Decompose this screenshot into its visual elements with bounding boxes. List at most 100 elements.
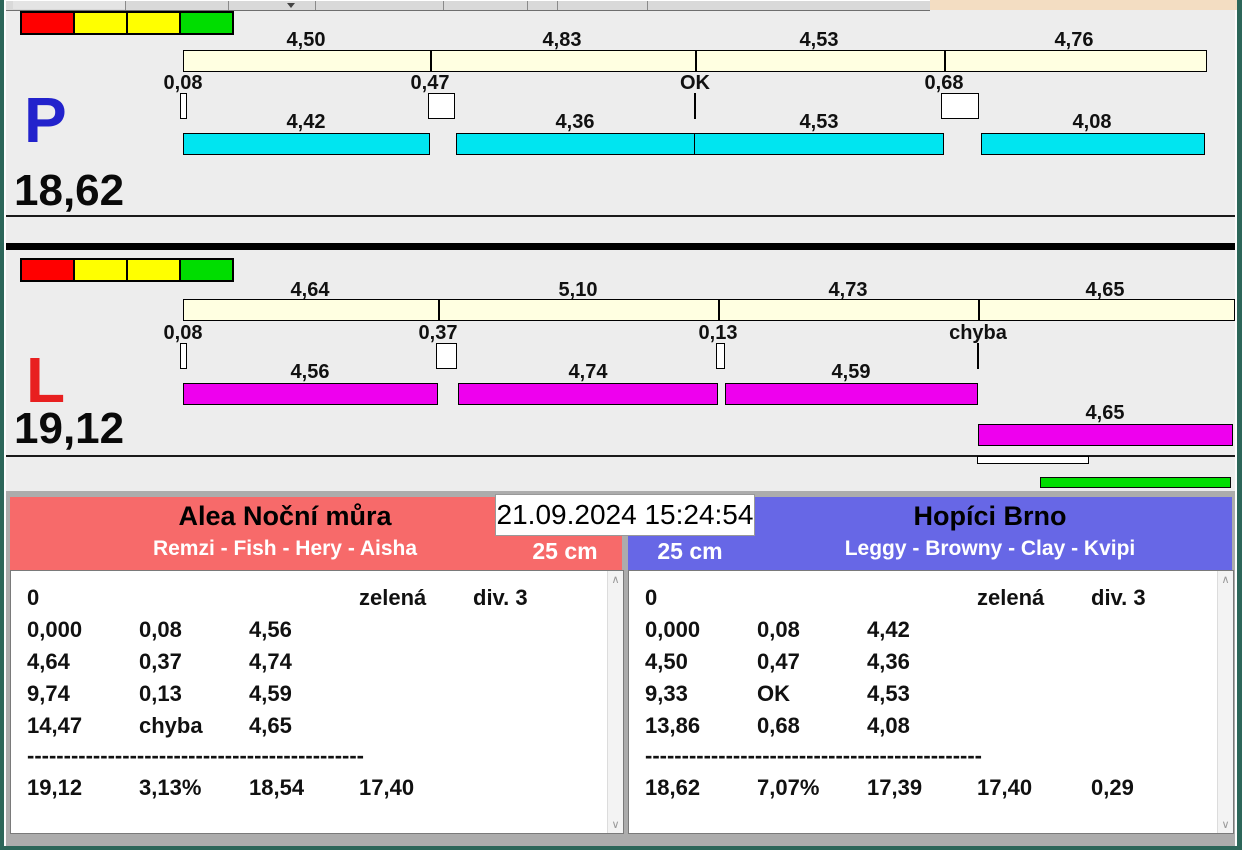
split-divider <box>438 300 440 320</box>
lane-l-run-bar <box>183 383 438 405</box>
split-divider <box>695 51 697 71</box>
run-label: 4,53 <box>799 111 839 133</box>
toolbar-divider <box>557 1 558 10</box>
table-cell: 0,47 <box>757 649 800 674</box>
scroll-down-icon[interactable]: ∨ <box>608 819 623 830</box>
table-cell: 19,12 <box>27 775 83 800</box>
changeover-label: 0,37 <box>418 322 458 344</box>
table-row: 0 zelená div. 3 <box>629 585 1215 613</box>
run-label: 4,59 <box>831 361 871 383</box>
changeover-label: OK <box>680 72 710 94</box>
table-cell: zelená <box>977 585 1045 610</box>
table-cell: 9,74 <box>27 681 70 706</box>
divider-dashes: ----------------------------------------… <box>27 743 365 768</box>
table-cell: 14,47 <box>27 713 83 738</box>
run-label: 4,74 <box>568 361 608 383</box>
lane-l-rerun-bar <box>978 424 1233 446</box>
scrollbar[interactable]: ∧ ∨ <box>607 571 623 833</box>
lane-l-run-bar <box>458 383 718 405</box>
table-row: 9,33 OK 4,53 <box>629 681 1215 709</box>
scroll-up-icon[interactable]: ∧ <box>1218 574 1233 585</box>
changeover-marker <box>180 343 187 369</box>
changeover-marker <box>716 343 725 369</box>
changeover-marker <box>180 93 187 119</box>
split-label: 4,65 <box>1085 279 1125 301</box>
team-right-name: Hopíci Brno <box>913 501 1067 531</box>
table-cell: chyba <box>139 713 203 738</box>
lane-separator <box>6 243 1235 250</box>
lane-p-run-bar <box>694 133 944 155</box>
team-left-results-table: 0 zelená div. 3 0,000 0,08 4,56 4,64 0,3… <box>10 570 624 834</box>
scroll-up-icon[interactable]: ∧ <box>608 574 623 585</box>
table-cell: 4,08 <box>867 713 910 738</box>
table-cell: 17,40 <box>977 775 1033 800</box>
team-left-members: Remzi - Fish - Hery - Aisha <box>152 537 418 560</box>
split-label: 5,10 <box>558 279 598 301</box>
split-divider <box>718 300 720 320</box>
lane-l-status-lights <box>20 258 234 282</box>
team-right-members: Leggy - Browny - Clay - Kvipi <box>844 537 1136 560</box>
rerun-label: 4,65 <box>1085 402 1125 424</box>
team-left-name: Alea Noční můra <box>178 501 392 531</box>
lane-p-bottom-line <box>6 215 1235 217</box>
changeover-marker <box>436 343 457 369</box>
split-label: 4,64 <box>290 279 330 301</box>
table-cell: 0,68 <box>757 713 800 738</box>
split-label: 4,76 <box>1054 29 1094 51</box>
split-label: 4,50 <box>286 29 326 51</box>
table-cell: 17,39 <box>867 775 923 800</box>
changeover-marker-error <box>977 343 979 369</box>
team-right-results-table: 0 zelená div. 3 0,000 0,08 4,42 4,50 0,4… <box>628 570 1234 834</box>
toolbar-divider <box>125 1 126 10</box>
toolbar-divider <box>315 1 316 10</box>
table-cell: 4,74 <box>249 649 292 674</box>
scroll-down-icon[interactable]: ∨ <box>1218 819 1233 830</box>
table-cell: 4,56 <box>249 617 292 642</box>
collapsed-toolbar[interactable] <box>6 0 930 11</box>
changeover-label: 0,13 <box>698 322 738 344</box>
table-cell: div. 3 <box>473 585 528 610</box>
table-cell: 4,59 <box>249 681 292 706</box>
run-label: 4,42 <box>286 111 326 133</box>
lane-l-split-bar <box>183 299 1235 321</box>
lane-p-status-lights <box>20 11 234 35</box>
lane-l-run-bar <box>725 383 978 405</box>
changeover-label: 0,08 <box>163 322 203 344</box>
chevron-down-icon <box>287 3 295 8</box>
table-row: 0,000 0,08 4,56 <box>11 617 605 645</box>
changeover-marker <box>428 93 455 119</box>
pending-run-bar <box>977 456 1089 464</box>
table-cell: 0,08 <box>757 617 800 642</box>
table-row: 4,50 0,47 4,36 <box>629 649 1215 677</box>
toolbar-divider <box>527 1 528 10</box>
changeover-marker-ok <box>694 93 696 119</box>
table-cell: 4,42 <box>867 617 910 642</box>
lane-p-total-time: 18,62 <box>14 166 125 215</box>
table-total-row: 19,12 3,13% 18,54 17,40 <box>11 775 605 803</box>
table-cell: 4,50 <box>645 649 688 674</box>
table-cell: 0,000 <box>645 617 701 642</box>
lane-l-label: L <box>26 344 66 416</box>
inner-border-highlight <box>4 0 6 846</box>
table-cell: 18,54 <box>249 775 305 800</box>
window-border <box>0 846 1242 850</box>
changeover-label: 0,68 <box>924 72 964 94</box>
table-cell: 0,29 <box>1091 775 1134 800</box>
table-cell: 4,65 <box>249 713 292 738</box>
light-yellow <box>128 13 179 33</box>
table-cell: 4,36 <box>867 649 910 674</box>
table-row: 0,000 0,08 4,42 <box>629 617 1215 645</box>
split-label: 4,73 <box>828 279 868 301</box>
divider-dashes: ----------------------------------------… <box>645 743 983 768</box>
table-cell: 0,000 <box>27 617 83 642</box>
split-divider <box>978 300 980 320</box>
team-left-jump-height: 25 cm <box>532 538 598 564</box>
lane-p-run-bar <box>981 133 1205 155</box>
flyball-timing-window: P 18,62 4,50 4,83 4,53 4,76 0,08 0,47 OK… <box>0 0 1242 850</box>
table-cell: 0 <box>27 585 40 610</box>
table-cell: 18,62 <box>645 775 701 800</box>
lane-p-run-bar <box>456 133 695 155</box>
scrollbar[interactable]: ∧ ∨ <box>1217 571 1233 833</box>
light-green <box>181 260 232 280</box>
table-cell: 4,64 <box>27 649 70 674</box>
